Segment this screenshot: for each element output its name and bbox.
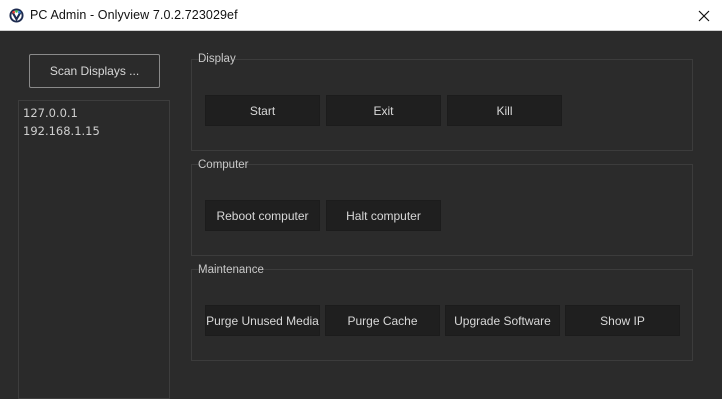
list-item[interactable]: 127.0.0.1 — [23, 106, 78, 120]
display-ip-list[interactable]: 127.0.0.1 192.168.1.15 — [18, 100, 170, 399]
halt-computer-button[interactable]: Halt computer — [326, 200, 441, 231]
close-button[interactable] — [686, 0, 722, 31]
display-group-label: Display — [198, 53, 236, 65]
reboot-computer-button[interactable]: Reboot computer — [205, 200, 320, 231]
onlyview-icon — [9, 8, 24, 23]
maintenance-group-label: Maintenance — [198, 264, 264, 276]
list-item[interactable]: 192.168.1.15 — [23, 124, 100, 138]
close-icon — [698, 10, 710, 21]
purge-cache-button[interactable]: Purge Cache — [325, 305, 440, 336]
window-title: PC Admin - Onlyview 7.0.2.723029ef — [30, 8, 238, 22]
kill-button[interactable]: Kill — [447, 95, 562, 126]
main-panel: Scan Displays ... 127.0.0.1 192.168.1.15… — [0, 31, 722, 399]
purge-unused-media-button[interactable]: Purge Unused Media — [205, 305, 320, 336]
show-ip-button[interactable]: Show IP — [565, 305, 680, 336]
upgrade-software-button[interactable]: Upgrade Software — [445, 305, 560, 336]
computer-group-label: Computer — [198, 159, 249, 171]
scan-displays-button[interactable]: Scan Displays ... — [29, 54, 160, 88]
start-button[interactable]: Start — [205, 95, 320, 126]
title-bar: PC Admin - Onlyview 7.0.2.723029ef — [0, 0, 722, 31]
exit-button[interactable]: Exit — [326, 95, 441, 126]
